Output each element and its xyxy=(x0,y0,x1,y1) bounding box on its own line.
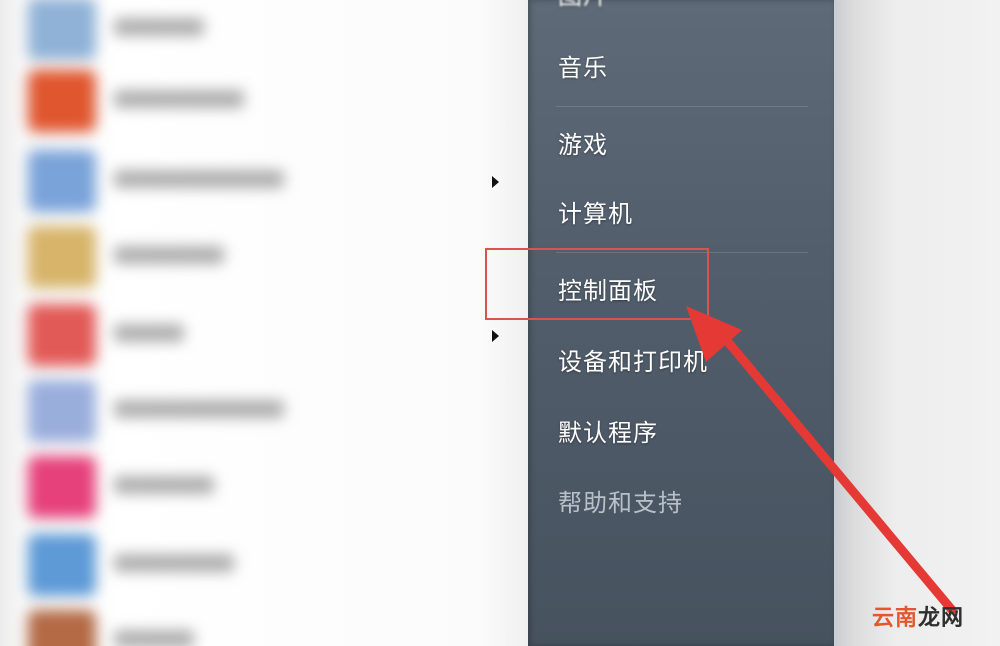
watermark: 云南龙网 xyxy=(872,600,964,632)
watermark-part-2: 龙网 xyxy=(917,606,964,631)
watermark-part-1: 云南 xyxy=(871,606,918,631)
annotation-arrow-icon xyxy=(686,306,957,615)
screenshot-frame: 图片 音乐 游戏 计算机 控制面板 设备和打印机 默认程序 帮助和支持 云南龙网 xyxy=(0,0,1000,646)
annotation-arrow-shaft xyxy=(713,325,957,615)
